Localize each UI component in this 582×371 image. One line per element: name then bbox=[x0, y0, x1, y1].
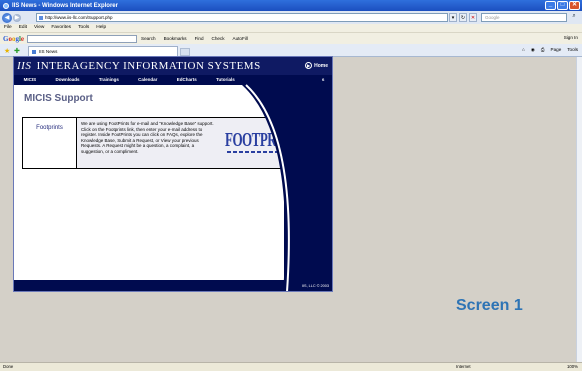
zoom-level[interactable]: 100% bbox=[567, 363, 578, 371]
footprints-description: We are using FootPrints for e-mail and "… bbox=[81, 121, 214, 154]
nav-micis[interactable]: MICIS bbox=[24, 77, 37, 84]
window-title: IIS News - Windows Internet Explorer bbox=[12, 2, 118, 9]
url-input[interactable]: http://www.iis-llc.com/Support.php bbox=[36, 13, 448, 22]
menu-file[interactable]: File bbox=[4, 24, 12, 32]
screen-label: Screen 1 bbox=[456, 297, 523, 314]
nav-edcharts[interactable]: EdCharts bbox=[177, 77, 197, 84]
google-search-button[interactable]: Search bbox=[141, 36, 156, 41]
home-label: Home bbox=[314, 62, 328, 69]
new-tab-button[interactable] bbox=[180, 48, 190, 56]
zone-indicator: Internet bbox=[456, 364, 471, 369]
feeds-icon[interactable]: ◉ bbox=[531, 47, 535, 53]
autofill-button[interactable]: AutoFill bbox=[233, 36, 248, 41]
vertical-scrollbar[interactable] bbox=[576, 57, 582, 362]
refresh-icon[interactable]: ↻ bbox=[459, 13, 467, 22]
add-favorite-icon[interactable]: ✚ bbox=[14, 47, 20, 55]
close-button[interactable]: ✕ bbox=[569, 1, 580, 10]
bookmarks-button[interactable]: Bookmarks bbox=[164, 36, 187, 41]
decorative-curve bbox=[242, 75, 322, 291]
dropdown-icon[interactable]: ▾ bbox=[449, 13, 457, 22]
tab-page-icon bbox=[32, 50, 36, 54]
website-frame: IIS INTERAGENCY INFORMATION SYSTEMS ▶ Ho… bbox=[13, 56, 333, 292]
stop-icon[interactable]: ✕ bbox=[469, 13, 477, 22]
nav-calendar[interactable]: Calendar bbox=[138, 77, 157, 84]
menu-bar: File Edit View Favorites Tools Help bbox=[0, 24, 582, 32]
url-text: http://www.iis-llc.com/Support.php bbox=[45, 15, 113, 20]
nav-trainings[interactable]: Trainings bbox=[99, 77, 119, 84]
google-search-input[interactable] bbox=[27, 34, 138, 43]
home-arrow-icon: ▶ bbox=[305, 62, 313, 69]
page-title: MICIS Support bbox=[24, 93, 93, 104]
menu-help[interactable]: Help bbox=[96, 24, 106, 32]
ie-icon bbox=[3, 2, 9, 9]
favorites-star-icon[interactable]: ★ bbox=[4, 47, 10, 55]
page-menu[interactable]: Page bbox=[551, 47, 562, 53]
menu-view[interactable]: View bbox=[34, 24, 44, 32]
find-button[interactable]: Find bbox=[195, 36, 204, 41]
minimize-button[interactable]: _ bbox=[545, 1, 556, 10]
nav-tutorials[interactable]: Tutorials bbox=[216, 77, 235, 84]
home-icon[interactable]: ⌂ bbox=[522, 47, 525, 53]
forward-button[interactable]: ▶ bbox=[13, 13, 21, 22]
logo-prefix: IIS bbox=[17, 60, 32, 72]
site-header: IIS INTERAGENCY INFORMATION SYSTEMS ▶ Ho… bbox=[14, 57, 332, 75]
maximize-button[interactable]: □ bbox=[557, 1, 568, 10]
site-logo[interactable]: IIS INTERAGENCY INFORMATION SYSTEMS bbox=[17, 60, 261, 72]
tab-label: IIS News bbox=[39, 49, 58, 54]
nav-downloads[interactable]: Downloads bbox=[55, 77, 79, 84]
status-text: Done bbox=[3, 364, 14, 369]
search-input[interactable]: Google bbox=[481, 13, 567, 22]
home-button[interactable]: ▶ Home bbox=[305, 62, 328, 69]
window-titlebar: IIS News - Windows Internet Explorer _ □… bbox=[0, 0, 582, 11]
google-logo: Google bbox=[3, 34, 25, 43]
check-button[interactable]: Check bbox=[212, 36, 225, 41]
google-toolbar: Google Search Bookmarks Find Check AutoF… bbox=[0, 32, 582, 44]
status-bar: Done Internet 100% bbox=[0, 362, 582, 371]
address-bar: ◀ ▶ http://www.iis-llc.com/Support.php ▾… bbox=[0, 11, 582, 24]
menu-tools[interactable]: Tools bbox=[78, 24, 89, 32]
tools-menu[interactable]: Tools bbox=[567, 47, 578, 53]
back-button[interactable]: ◀ bbox=[2, 12, 12, 23]
copyright-text: IIS, LLC © 2003 bbox=[301, 284, 329, 288]
logo-text: INTERAGENCY INFORMATION SYSTEMS bbox=[36, 60, 261, 72]
print-icon[interactable]: ⎙ bbox=[541, 47, 545, 53]
page-icon bbox=[39, 16, 43, 20]
sign-in-button[interactable]: Sign In bbox=[564, 35, 578, 40]
menu-edit[interactable]: Edit bbox=[19, 24, 27, 32]
footprints-link[interactable]: Footprints bbox=[23, 118, 77, 168]
menu-favorites[interactable]: Favorites bbox=[51, 24, 71, 32]
search-icon[interactable]: ⌕ bbox=[569, 13, 579, 22]
